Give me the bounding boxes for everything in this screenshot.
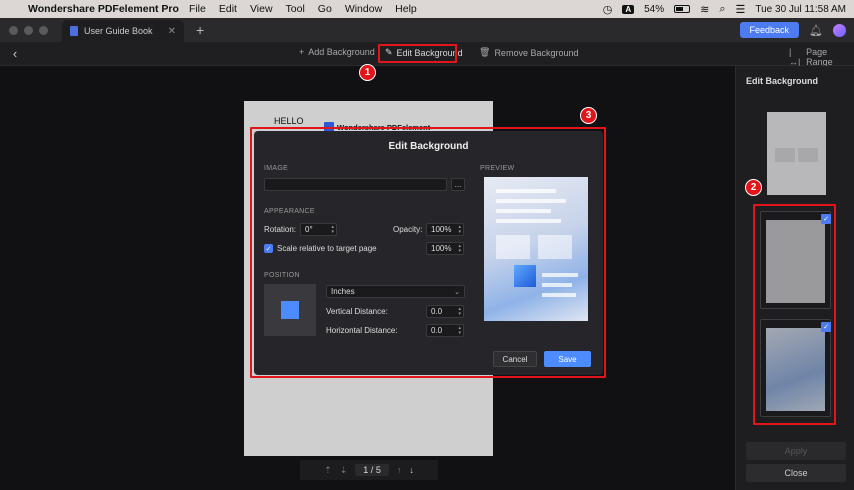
close-button[interactable]: Close [746,464,846,482]
last-page-icon[interactable]: ↓ [409,465,414,475]
window-controls [9,25,48,35]
menu-help[interactable]: Help [395,3,417,15]
prev-page-icon[interactable]: ⇣ [340,465,348,476]
page-navigator: ⇡ ⇣ 1 / 5 ↑ ↓ [300,460,438,480]
page-range-button[interactable]: |↔| Page Range [789,47,854,67]
feedback-button[interactable]: Feedback [739,22,800,38]
annotation-badge-2: 2 [745,179,762,196]
page-separator: / [370,465,374,475]
search-icon[interactable]: ⌕ [719,3,725,16]
close-window-button[interactable] [9,25,18,35]
bell-icon[interactable]: 🔔︎ [809,24,823,37]
zoom-window-button[interactable] [39,25,48,35]
avatar[interactable] [833,23,846,37]
menu-view[interactable]: View [250,3,273,15]
battery-icon[interactable] [674,5,691,13]
menu-tool[interactable]: Tool [286,3,305,15]
minimize-window-button[interactable] [24,25,33,35]
control-center-icon[interactable]: ☰ [736,3,746,16]
close-tab-icon[interactable]: ✕ [168,26,176,37]
plus-icon: + [299,47,305,57]
first-page-icon[interactable]: ⇡ [324,465,332,476]
app-menu[interactable]: Wondershare PDFelement Pro [28,3,179,15]
current-page: 1 [363,465,369,475]
next-page-icon[interactable]: ↑ [397,465,402,475]
menu-edit[interactable]: Edit [219,3,237,15]
tab-bar: User Guide Book ✕ + Feedback 🔔︎ [0,18,854,42]
menu-file[interactable]: File [189,3,206,15]
panel-title: Edit Background [746,76,819,86]
page-range-icon: |↔| [789,47,801,67]
page-range-label: Page Range [806,47,833,67]
trash-icon: 🗑︎ [479,47,491,57]
highlight-dialog [250,127,606,378]
annotation-badge-1: 1 [359,64,376,81]
remove-background-label: Remove Background [494,47,579,58]
wifi-icon[interactable]: ≋ [700,3,709,16]
page-heading: HELLO [274,116,304,126]
menu-go[interactable]: Go [318,3,332,15]
clock-icon[interactable]: ◷ [603,3,613,16]
back-icon[interactable]: ‹ [0,46,30,61]
total-pages: 5 [375,465,381,475]
remove-background-button[interactable]: 🗑︎ Remove Background [479,47,578,58]
new-tab-icon[interactable]: + [196,22,204,38]
datetime[interactable]: Tue 30 Jul 11:58 AM [755,4,846,15]
add-background-button[interactable]: + Add Background [299,47,375,57]
document-icon [70,26,78,36]
input-source-badge[interactable]: A [622,4,635,14]
annotation-badge-3: 3 [580,107,597,124]
status-area: ◷ A 54% ≋ ⌕ ☰ Tue 30 Jul 11:58 AM [603,3,854,16]
current-background-thumbnail[interactable] [767,112,826,195]
document-tab[interactable]: User Guide Book ✕ [62,20,184,42]
highlight-edit-background [378,44,457,63]
apply-button[interactable]: Apply [746,442,846,460]
battery-percent: 54% [644,3,665,15]
menu-window[interactable]: Window [345,3,382,15]
document-tab-label: User Guide Book [84,26,153,36]
macos-menubar: Wondershare PDFelement Pro File Edit Vie… [0,0,854,18]
page-number-input[interactable]: 1 / 5 [355,464,389,476]
highlight-templates [753,204,836,425]
add-background-label: Add Background [308,47,375,57]
